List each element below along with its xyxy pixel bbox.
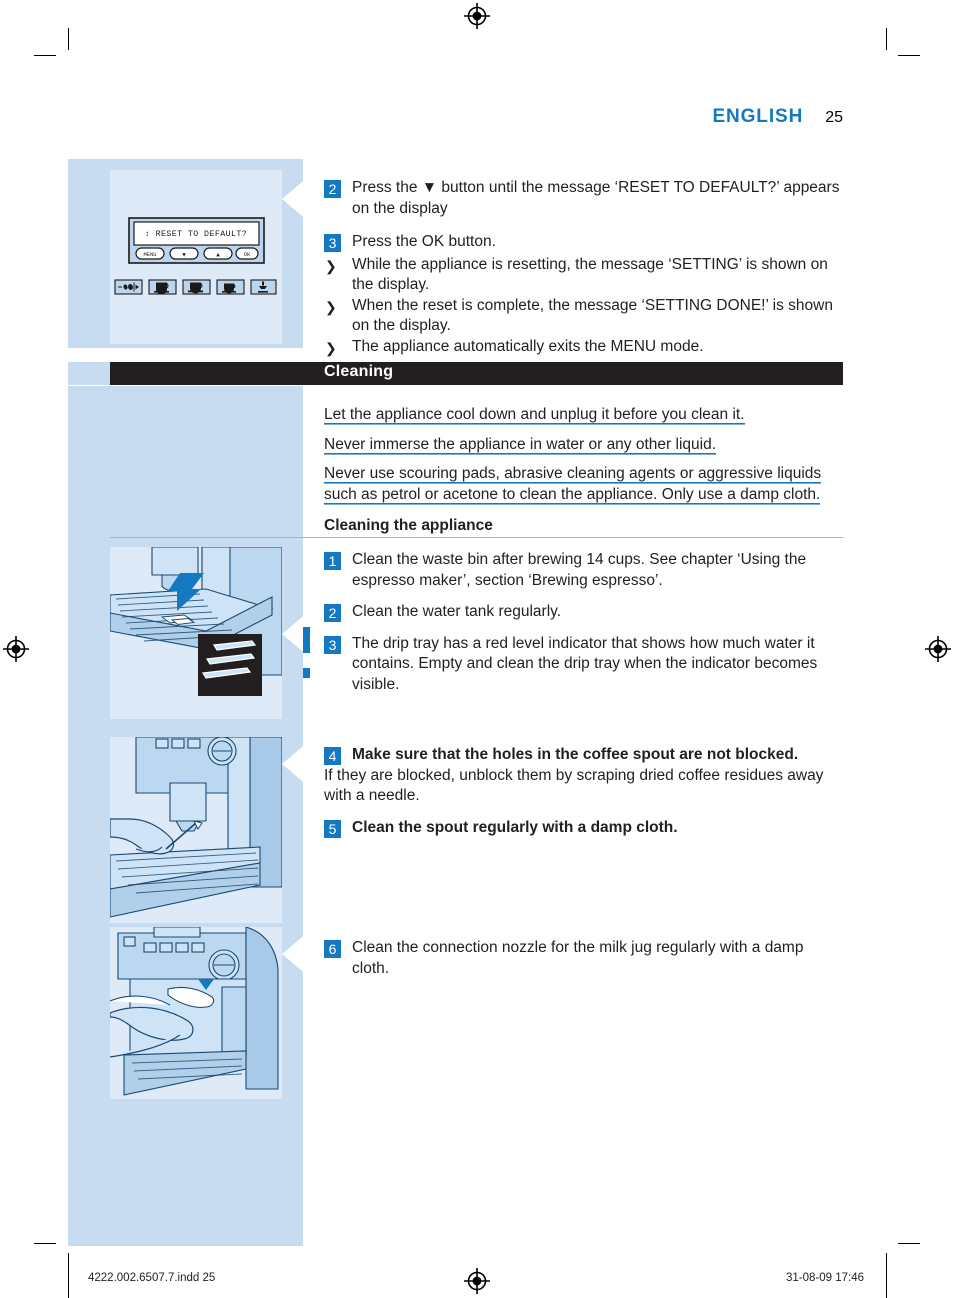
step-number: 5 — [324, 819, 341, 838]
cleaning-steps-block-a: 1 Clean the waste bin after brewing 14 c… — [324, 550, 843, 695]
bullet-glyph: ❯ — [325, 339, 337, 356]
step-number: 3 — [324, 234, 341, 252]
rail-gap-2 — [68, 385, 303, 386]
footer-filename: 4222.002.6507.7.indd 25 — [88, 1272, 216, 1284]
crop-mark-left-upper — [34, 55, 56, 56]
crop-mark-top-right — [886, 28, 887, 50]
bullet-text: When the reset is complete, the message … — [352, 296, 833, 335]
footer-rule-right — [886, 1264, 887, 1298]
warning-text: Let the appliance cool down and unplug i… — [324, 406, 745, 425]
bullet-text: The appliance automatically exits the ME… — [352, 337, 704, 355]
page-number: 25 — [825, 109, 843, 126]
callout-notch-1 — [282, 177, 308, 221]
step-item: 3 The drip tray has a red level indicato… — [324, 634, 843, 696]
rail-gap-1 — [68, 348, 303, 362]
step-item: 1 Clean the waste bin after brewing 14 c… — [324, 550, 843, 591]
page-footer: 4222.002.6507.7.indd 25 31-08-09 17:46 — [0, 1264, 954, 1298]
step-number: 6 — [324, 940, 341, 958]
step-text: Clean the connection nozzle for the milk… — [352, 939, 804, 977]
registration-mark-top — [464, 3, 490, 29]
step-text: Clean the water tank regularly. — [352, 603, 562, 620]
crop-mark-right-upper — [898, 55, 920, 56]
milk-nozzle-illustration — [110, 927, 282, 1099]
drip-tray-illustration — [110, 547, 282, 719]
bullet-item: ❯ When the reset is complete, the messag… — [324, 296, 843, 337]
cleaning-steps-block-c: 6 Clean the connection nozzle for the mi… — [324, 938, 843, 979]
manual-page: ENGLISH25 ↕ RESET TO DEFAULT? MENU ▼ ▲ — [0, 0, 954, 1298]
step-text: The drip tray has a red level indicator … — [352, 634, 818, 693]
svg-text:▲: ▲ — [216, 251, 220, 258]
lcd-display-text: ↕ RESET TO DEFAULT? — [145, 230, 247, 239]
step-note: If they are blocked, unblock them by scr… — [324, 766, 824, 805]
registration-mark-left — [3, 636, 29, 662]
step-text: Press the ▼ button until the message ‘RE… — [352, 179, 840, 217]
step-number: 3 — [324, 635, 341, 654]
cleaning-steps-block-b: 4 Make sure that the holes in the coffee… — [324, 745, 843, 838]
step-item: 2 Clean the water tank regularly. — [324, 602, 843, 623]
warning-item: Never use scouring pads, abrasive cleani… — [324, 464, 843, 505]
section-divider — [110, 537, 843, 538]
control-panel-illustration: ↕ RESET TO DEFAULT? MENU ▼ ▲ OK — [110, 170, 282, 344]
bullet-glyph: ❯ — [325, 298, 337, 315]
warning-item: Never immerse the appliance in water or … — [324, 435, 843, 456]
step-text: Press the OK button. — [352, 233, 496, 250]
step-number: 2 — [324, 180, 341, 198]
step-text: Clean the waste bin after brewing 14 cup… — [352, 551, 807, 589]
bullet-text: While the appliance is resetting, the me… — [352, 255, 828, 294]
cup-saucer-icon — [188, 282, 203, 294]
warning-text: Never immerse the appliance in water or … — [324, 435, 716, 455]
crop-mark-right-lower — [898, 1243, 920, 1244]
footer-timestamp: 31-08-09 17:46 — [786, 1272, 865, 1284]
crop-mark-left-lower — [34, 1243, 56, 1244]
edge-tick-2 — [303, 668, 310, 678]
edge-tick-1 — [303, 627, 310, 653]
espresso-cup-icon — [222, 283, 236, 294]
step-item: 6 Clean the connection nozzle for the mi… — [324, 938, 843, 979]
coffee-spout-illustration — [110, 737, 282, 923]
step-item: 5 Clean the spout regularly with a damp … — [324, 818, 843, 839]
step-item: 2 Press the ▼ button until the message ‘… — [324, 178, 843, 219]
subheading: Cleaning the appliance — [324, 517, 493, 534]
step-number: 1 — [324, 552, 341, 570]
crop-mark-top-left — [68, 28, 69, 50]
step-text: Clean the spout regularly with a damp cl… — [352, 818, 678, 836]
top-instructions-block: 2 Press the ▼ button until the message ‘… — [324, 178, 843, 357]
svg-text:OK: OK — [244, 252, 251, 258]
step-item: 3 Press the OK button. — [324, 232, 843, 253]
footer-rule-left — [68, 1264, 69, 1298]
callout-notch-3 — [282, 742, 308, 786]
svg-text:▼: ▼ — [182, 251, 186, 258]
warning-item: Let the appliance cool down and unplug i… — [324, 405, 843, 426]
chapter-title: Cleaning — [324, 363, 394, 380]
callout-notch-4 — [282, 932, 308, 976]
step-text: Make sure that the holes in the coffee s… — [352, 746, 799, 763]
step-item: 4 Make sure that the holes in the coffee… — [324, 745, 843, 766]
chapter-bar: Cleaning — [110, 362, 843, 385]
bullet-glyph: ❯ — [325, 257, 337, 274]
language-label: ENGLISH — [712, 106, 804, 127]
registration-mark-right — [925, 636, 951, 662]
page-header: ENGLISH 25 — [0, 106, 843, 128]
step-number: 2 — [324, 604, 341, 622]
bullet-item: ❯ The appliance automatically exits the … — [324, 337, 843, 358]
warning-text: Never use scouring pads, abrasive cleani… — [324, 465, 822, 505]
warnings-block: Let the appliance cool down and unplug i… — [324, 405, 843, 536]
step-number: 4 — [324, 747, 341, 765]
bullet-item: ❯ While the appliance is resetting, the … — [324, 255, 843, 296]
lcd-button-menu: MENU — [144, 252, 157, 258]
